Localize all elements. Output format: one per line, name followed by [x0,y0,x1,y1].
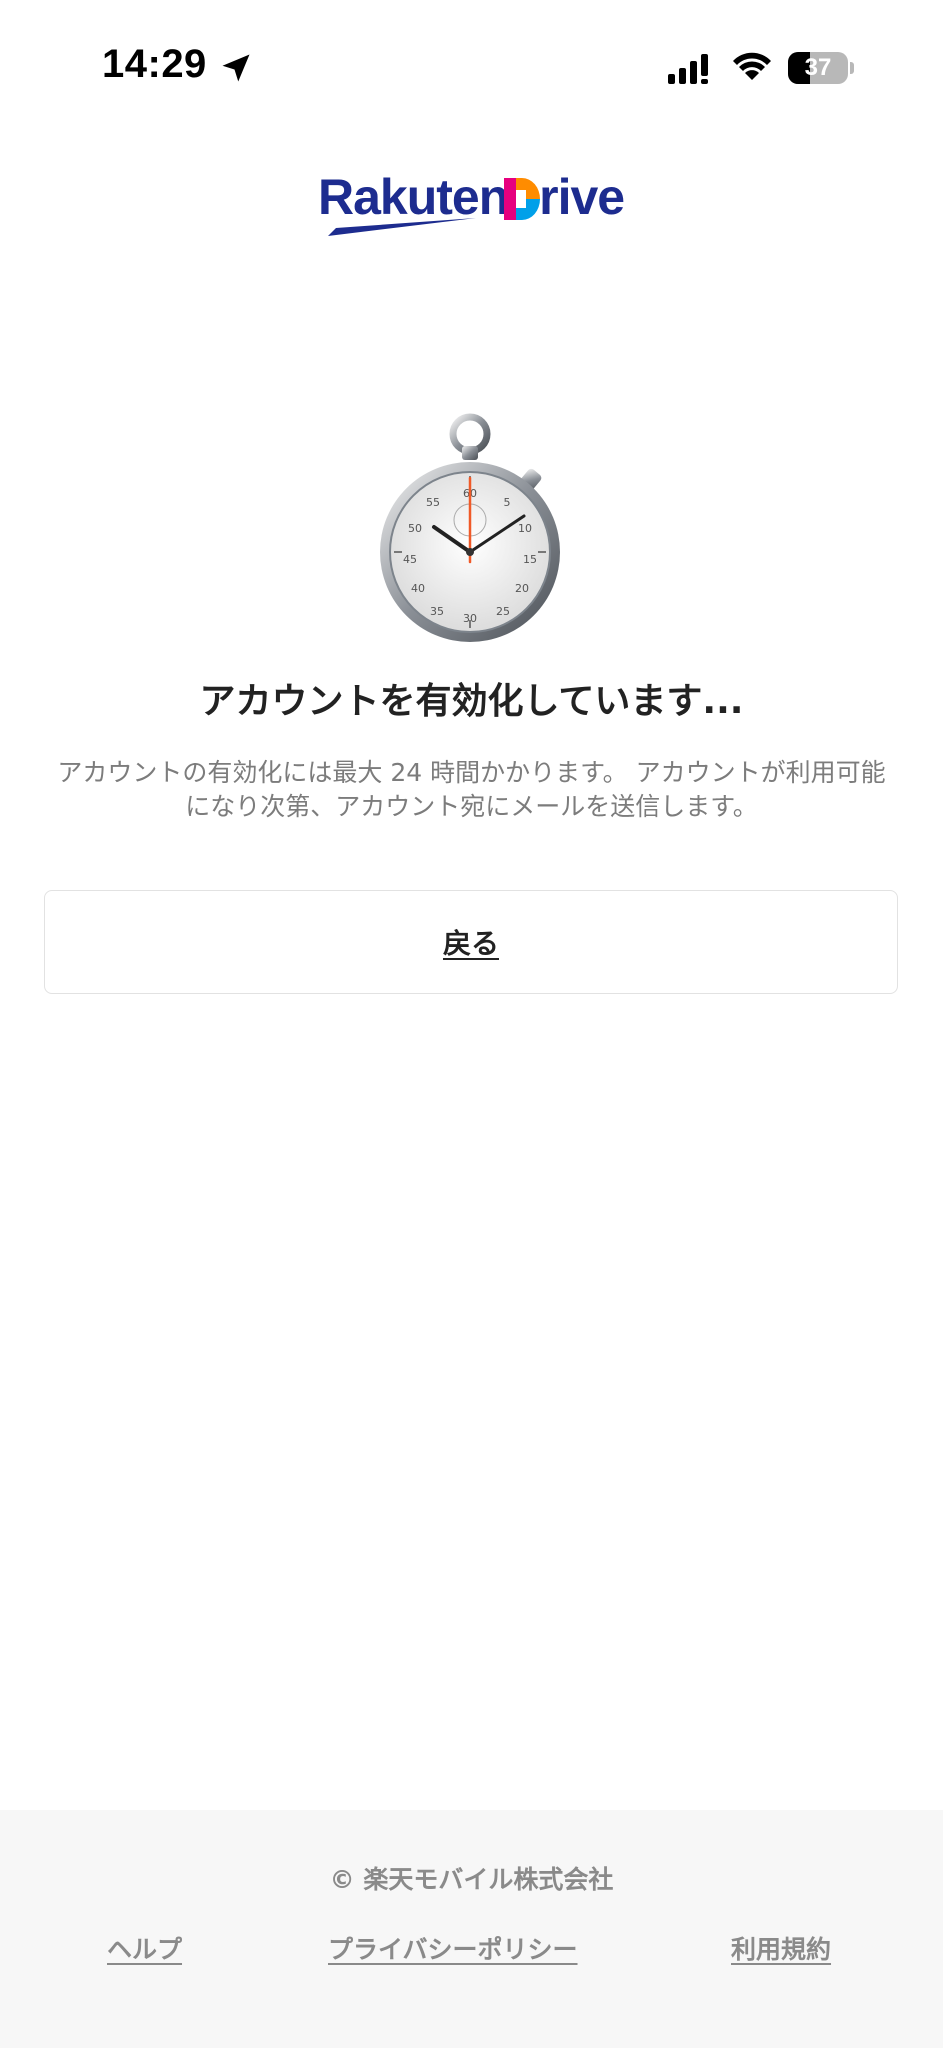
svg-text:35: 35 [430,605,444,618]
svg-text:50: 50 [408,522,422,535]
svg-text:20: 20 [515,582,529,595]
svg-text:55: 55 [426,496,440,509]
svg-text:30: 30 [463,612,477,625]
cellular-signal-icon [668,54,708,84]
page-title: アカウントを有効化しています... [199,681,744,722]
svg-text:15: 15 [523,553,537,566]
svg-text:40: 40 [411,582,425,595]
location-arrow-icon [222,54,250,82]
battery-icon: 37 [788,52,854,84]
battery-percent: 37 [804,54,832,81]
copyright-text: © 楽天モバイル株式会社 [329,1865,614,1894]
wifi-icon [733,52,771,80]
logo-d-mark-icon [504,178,540,220]
logo-swoosh-icon [328,218,476,236]
svg-text:25: 25 [496,605,510,618]
status-bar: 14:29 37 [0,0,943,140]
activation-description: アカウントの有効化には最大 24 時間かかります。 アカウントが利用可能になり次… [57,758,886,821]
svg-text:45: 45 [403,553,417,566]
stopwatch-icon: 60 5 10 15 20 25 30 35 40 45 50 55 [380,413,560,642]
privacy-policy-link[interactable]: プライバシーポリシー [328,1930,578,1966]
svg-text:5: 5 [504,496,511,509]
rakuten-drive-logo: Rakuten Drive [318,168,628,238]
help-link[interactable]: ヘルプ [107,1930,182,1966]
back-button[interactable]: 戻る [44,890,898,994]
footer: © 楽天モバイル株式会社 ヘルプ プライバシーポリシー 利用規約 [0,1810,943,2048]
svg-text:10: 10 [518,522,532,535]
back-button-label: 戻る [442,927,499,960]
terms-of-use-link[interactable]: 利用規約 [731,1930,831,1966]
status-time: 14:29 [102,42,207,86]
